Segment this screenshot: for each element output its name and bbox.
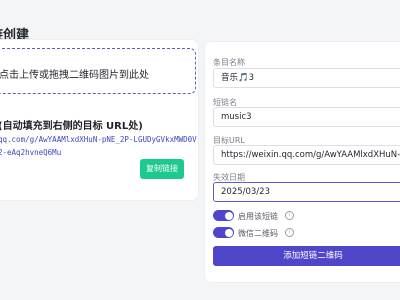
parsed-url-panel: (自动填充到右侧的目标 URL处) qq.com/g/AwYAAMlxdXHuN… [0, 108, 198, 188]
wechat-qr-toggle[interactable] [213, 227, 234, 238]
target-url-input[interactable]: https://weixin.qq.com/g/AwYAAMlxdXHuN-pN… [213, 145, 400, 165]
qr-upload-dropzone[interactable]: 点击上传或拖拽二维码图片到此处 [0, 48, 196, 94]
upload-hint-text: 点击上传或拖拽二维码图片到此处 [0, 70, 149, 81]
toggle-knob [224, 211, 233, 220]
add-short-link-button[interactable]: 添加短链二维码 [213, 246, 400, 266]
enable-short-link-label: 启用该短链 [238, 212, 278, 221]
enable-short-link-toggle[interactable] [213, 210, 234, 221]
item-name-label: 条目名称 [213, 58, 245, 67]
toggle-knob [224, 228, 233, 237]
info-icon[interactable]: i [285, 228, 294, 237]
parsed-url-line-1: qq.com/g/AwYAAMlxdXHuN-pNE_2P-LGUDyGVkxM… [0, 135, 197, 144]
copy-link-button[interactable]: 复制链接 [140, 159, 184, 179]
wechat-qr-label: 微信二维码 [238, 229, 278, 238]
expire-date-input[interactable]: 2025/03/23 [213, 182, 400, 202]
short-name-input[interactable]: music3 [213, 107, 400, 127]
parsed-url-line-2: 2-eAq2hvneQ6Mu [0, 148, 62, 157]
parsed-url-title: (自动填充到右侧的目标 URL处) [0, 121, 143, 132]
item-name-input[interactable]: 音乐🎵3 [213, 68, 400, 88]
info-icon[interactable]: i [285, 211, 294, 220]
